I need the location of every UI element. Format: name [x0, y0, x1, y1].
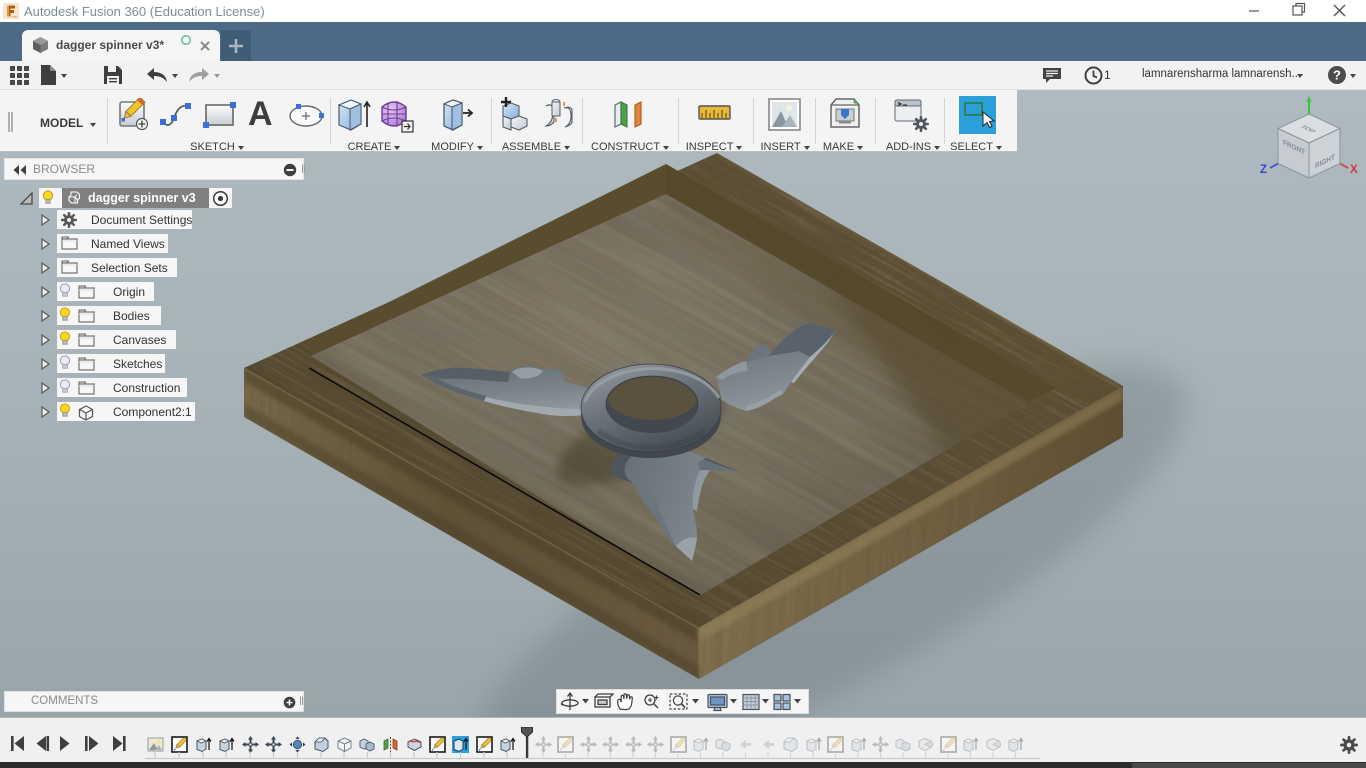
svg-text:X: X [1350, 164, 1358, 176]
svg-text:?: ? [1333, 68, 1341, 83]
svg-text:Z: Z [1260, 164, 1267, 176]
